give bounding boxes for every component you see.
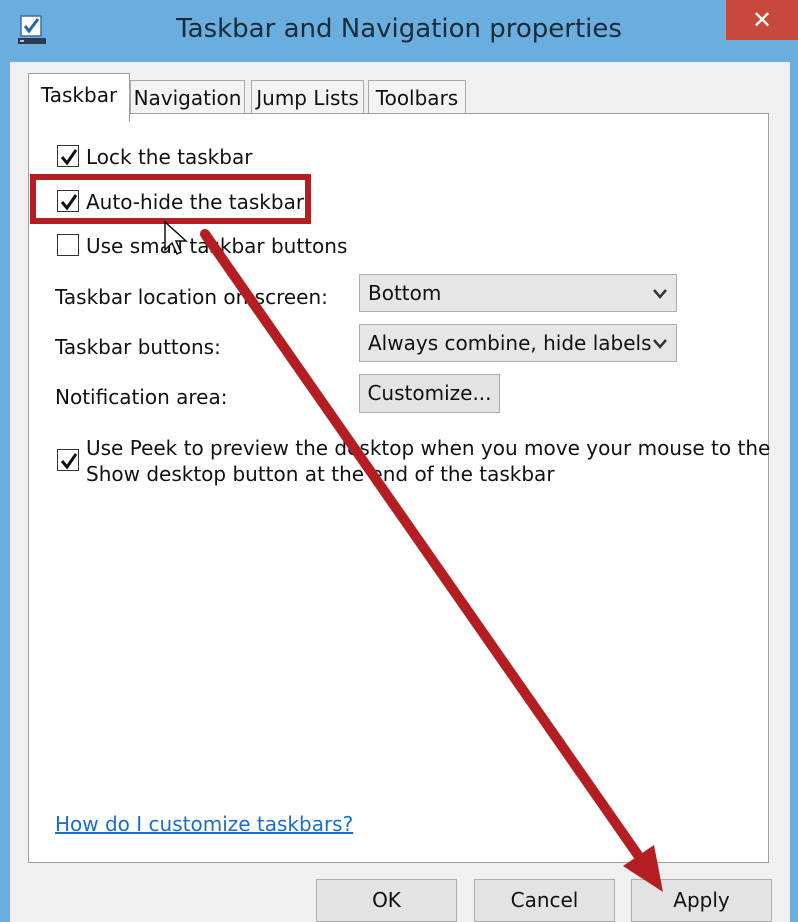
peek-label-line2: Show desktop button at the end of the ta… (86, 462, 555, 486)
taskbar-location-select[interactable]: Bottom (359, 274, 677, 312)
taskbar-location-label: Taskbar location on screen: (55, 285, 328, 309)
tab-label: Jump Lists (256, 86, 359, 110)
tab-label: Toolbars (375, 86, 459, 110)
tab-navigation[interactable]: Navigation (130, 80, 245, 114)
taskbar-location-value: Bottom (368, 281, 442, 305)
chevron-down-icon (653, 339, 667, 349)
title-bar[interactable]: Taskbar and Navigation properties ✕ (0, 0, 798, 62)
annotation-highlight-box (30, 174, 311, 224)
small-taskbar-buttons-checkbox[interactable] (57, 234, 79, 256)
tab-toolbars[interactable]: Toolbars (368, 80, 466, 114)
small-taskbar-buttons-label: Use small taskbar buttons (86, 234, 348, 258)
window-title: Taskbar and Navigation properties (176, 14, 622, 44)
tab-jump-lists[interactable]: Jump Lists (251, 80, 364, 114)
tab-label: Taskbar (40, 83, 118, 107)
taskbar-tab-panel (28, 113, 769, 863)
properties-window: Taskbar and Navigation properties ✕ Task… (0, 0, 798, 922)
cancel-button[interactable]: Cancel (474, 879, 615, 922)
chevron-down-icon (653, 289, 667, 299)
lock-taskbar-label: Lock the taskbar (86, 145, 253, 169)
tab-label: Navigation (133, 86, 242, 110)
lock-taskbar-checkbox[interactable] (57, 145, 79, 167)
peek-label-line1: Use Peek to preview the desktop when you… (86, 436, 771, 460)
apply-button[interactable]: Apply (631, 879, 772, 922)
customize-button[interactable]: Customize... (359, 374, 500, 413)
tab-taskbar[interactable]: Taskbar (28, 73, 130, 122)
checkmark-icon (60, 149, 78, 166)
peek-checkbox[interactable] (57, 449, 79, 471)
checkmark-icon (60, 453, 78, 470)
notification-area-label: Notification area: (55, 385, 228, 409)
customize-taskbars-help-link[interactable]: How do I customize taskbars? (55, 812, 353, 836)
taskbar-buttons-value: Always combine, hide labels (368, 331, 652, 355)
ok-button[interactable]: OK (316, 879, 457, 922)
close-button[interactable]: ✕ (726, 0, 798, 40)
close-icon: ✕ (751, 6, 773, 34)
taskbar-buttons-select[interactable]: Always combine, hide labels (359, 324, 677, 362)
taskbar-buttons-label: Taskbar buttons: (55, 335, 221, 359)
